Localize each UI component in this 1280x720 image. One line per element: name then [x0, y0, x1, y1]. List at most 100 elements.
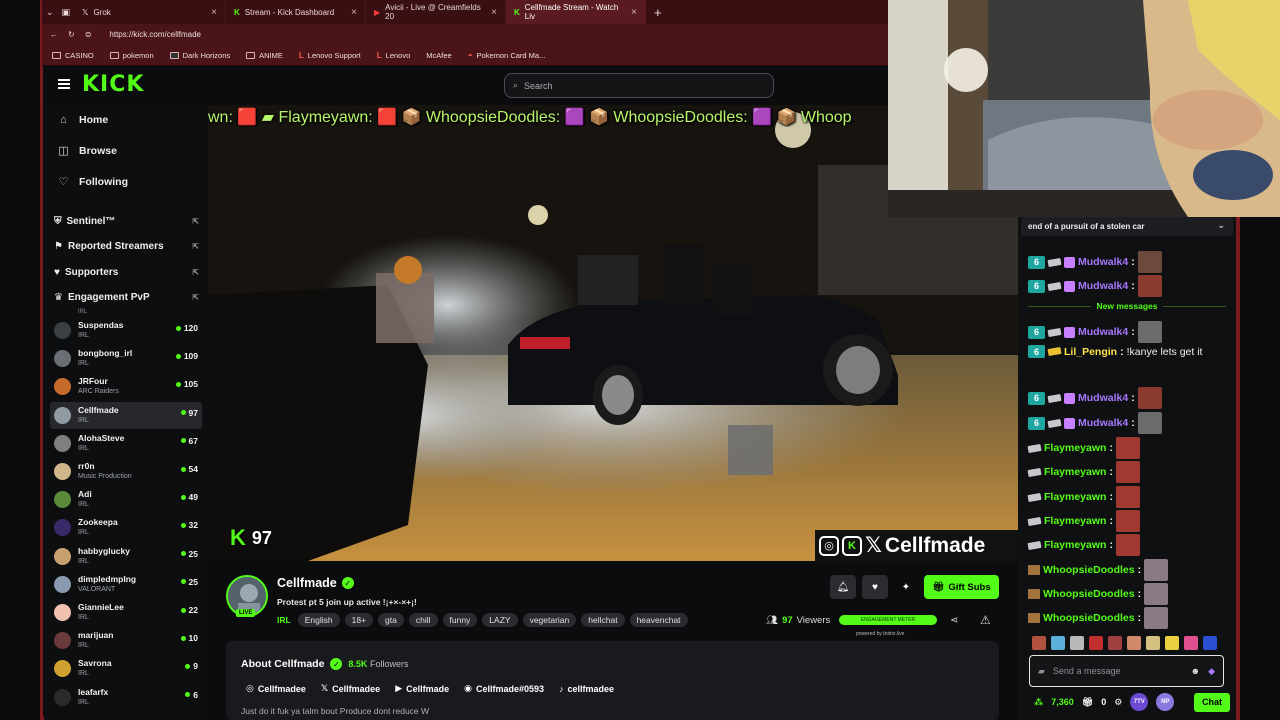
sidebar-streamer[interactable]: Cellfmade IRL 97 — [50, 401, 202, 429]
chat-username[interactable]: WhoopsieDoodles — [1043, 564, 1135, 576]
chat-username[interactable]: Mudwalk4 — [1078, 280, 1128, 292]
emote-icon[interactable] — [1127, 636, 1141, 650]
bookmark-mcafee[interactable]: McAfee — [426, 51, 451, 60]
close-tab-icon[interactable]: × — [631, 7, 637, 18]
chat-username[interactable]: Flaymeyawn — [1044, 539, 1106, 551]
notification-bell-button[interactable]: 🔔︎ — [830, 575, 856, 599]
report-icon[interactable]: ⚠ — [980, 613, 991, 627]
tag-chip[interactable]: 18+ — [344, 613, 374, 627]
link-youtube[interactable]: ▶ Cellfmade — [395, 683, 449, 694]
chat-username[interactable]: Flaymeyawn — [1044, 466, 1106, 478]
sidebar-section-sentinel[interactable]: ⛨ Sentinel™ ⇱ — [54, 216, 199, 227]
close-tab-icon[interactable]: × — [351, 7, 357, 18]
close-tab-icon[interactable]: × — [211, 7, 217, 18]
chat-message[interactable]: Flaymeyawn: — [1027, 486, 1140, 508]
tab-group-icon[interactable]: ▣ — [62, 7, 71, 18]
chat-message[interactable]: 6 Lil_Pengin: !kanye lets get it — [1028, 345, 1223, 358]
external-link-icon[interactable]: ⇱ — [192, 293, 199, 302]
gift-subs-button[interactable]: 🎁︎ Gift Subs — [924, 575, 999, 599]
reload-icon[interactable]: ↻ — [68, 30, 75, 39]
sparkle-button[interactable]: ✦ — [893, 575, 919, 599]
sidebar-section-engagement[interactable]: ♛ Engagement PvP ⇱ — [54, 292, 199, 303]
tab-avicii[interactable]: ▶ Avicii - Live @ Creamfields 20 × — [366, 0, 506, 24]
tab-controls[interactable]: ⌄ ▣ — [42, 7, 74, 18]
sidebar-streamer[interactable]: leafarfx IRL 6 — [50, 684, 202, 711]
bookmark-lenovo[interactable]: L Lenovo — [377, 51, 411, 60]
chat-message[interactable]: 6 Mudwalk4: — [1028, 321, 1162, 343]
bookmark-pokemon-card[interactable]: ◓ Pokemon Card Ma... — [468, 51, 546, 60]
link-instagram[interactable]: ◎ Cellfmadee — [246, 683, 306, 694]
chat-message[interactable]: Flaymeyawn: — [1027, 534, 1140, 556]
category-link[interactable]: IRL — [277, 615, 291, 625]
emote-icon[interactable] — [1165, 636, 1179, 650]
chat-username[interactable]: Lil_Pengin — [1064, 346, 1117, 358]
chat-username[interactable]: Mudwalk4 — [1078, 417, 1128, 429]
tag-chip[interactable]: gta — [378, 613, 404, 627]
chat-message[interactable]: 6 Mudwalk4: — [1028, 275, 1162, 297]
tag-chip[interactable]: English — [297, 613, 340, 627]
close-tab-icon[interactable]: × — [491, 7, 497, 18]
chat-username[interactable]: Flaymeyawn — [1044, 491, 1106, 503]
link-x[interactable]: 𝕏 Cellfmadee — [321, 683, 380, 694]
share-icon[interactable]: ⋖ — [950, 615, 958, 626]
sidebar-streamer[interactable]: Suspendas IRL 120 — [50, 317, 202, 344]
chat-message[interactable]: WhoopsieDoodles: — [1028, 583, 1169, 605]
tag-chip[interactable]: funny — [442, 613, 478, 627]
sidebar-streamer[interactable]: Adi IRL 49 — [50, 486, 202, 513]
sidebar-streamer[interactable]: GiannieLee IRL 22 — [50, 599, 202, 626]
link-tiktok[interactable]: ♪ cellfmadee — [559, 683, 614, 694]
tab-cellfmade[interactable]: K Cellfmade Stream - Watch Liv × — [506, 0, 646, 24]
tag-chip[interactable]: LAZY — [482, 613, 518, 627]
chat-message[interactable]: 6 Mudwalk4: — [1028, 251, 1162, 273]
tag-chip[interactable]: hellchat — [581, 613, 625, 627]
emote-icon[interactable] — [1108, 636, 1122, 650]
bookmark-dark-horizons[interactable]: Dark Horizons — [169, 51, 230, 60]
hamburger-menu-icon[interactable] — [58, 79, 70, 89]
tag-chip[interactable]: heavenchat — [629, 613, 688, 627]
url-field[interactable]: https://kick.com/cellfmade — [109, 30, 201, 39]
sidebar-streamer[interactable]: dimpledmpIng VALORANT 25 — [50, 571, 202, 598]
channel-name[interactable]: Cellfmade ✓ — [277, 576, 354, 590]
tag-chip[interactable]: vegetarian — [522, 613, 577, 627]
chat-message[interactable]: Flaymeyawn: — [1027, 510, 1140, 532]
nipah-icon[interactable]: NP — [1156, 693, 1175, 711]
external-link-icon[interactable]: ⇱ — [192, 217, 199, 226]
emote-icon[interactable] — [1146, 636, 1160, 650]
bookmark-lenovo-support[interactable]: L Lenovo Support — [299, 51, 361, 60]
emote-icon[interactable] — [1203, 636, 1217, 650]
emote-icon[interactable] — [1089, 636, 1103, 650]
chat-username[interactable]: Mudwalk4 — [1078, 392, 1128, 404]
sidebar-item-following[interactable]: ♡ Following — [58, 176, 128, 188]
chat-username[interactable]: Mudwalk4 — [1078, 326, 1128, 338]
tag-chip[interactable]: chill — [408, 613, 438, 627]
emote-icon[interactable] — [1051, 636, 1065, 650]
sidebar-streamer[interactable]: bongbong_irl IRL 109 — [50, 345, 202, 372]
emote-icon[interactable] — [1032, 636, 1046, 650]
new-tab-button[interactable]: + — [646, 5, 670, 20]
sidebar-item-browse[interactable]: ◫ Browse — [58, 145, 117, 157]
chevron-down-icon[interactable]: ⌄ — [46, 7, 54, 18]
follow-button[interactable]: ♥ — [862, 575, 888, 599]
chat-send-button[interactable]: Chat — [1194, 692, 1230, 712]
site-info-icon[interactable]: ⊜ — [85, 30, 92, 39]
external-link-icon[interactable]: ⇱ — [192, 242, 199, 251]
settings-gear-icon[interactable]: ⚙ — [1114, 697, 1122, 708]
back-icon[interactable]: ← — [50, 30, 58, 39]
kick-emote-icon[interactable]: ◆ — [1208, 666, 1215, 677]
chat-input[interactable]: ▰ Send a message ☻ ◆ — [1029, 655, 1224, 687]
chat-message[interactable]: 6 Mudwalk4: — [1028, 412, 1162, 434]
emote-icon[interactable] — [1184, 636, 1198, 650]
link-discord[interactable]: ◉ Cellfmade#0593 — [464, 683, 544, 694]
chat-message[interactable]: 6 Mudwalk4: — [1028, 387, 1162, 409]
7tv-icon[interactable]: 7TV — [1130, 693, 1149, 711]
external-link-icon[interactable]: ⇱ — [192, 268, 199, 277]
sidebar-streamer[interactable]: marijuan IRL 10 — [50, 627, 202, 654]
chat-message[interactable]: Flaymeyawn: — [1027, 461, 1140, 483]
emote-icon[interactable] — [1070, 636, 1084, 650]
pinned-message[interactable]: end of a pursuit of a stolen car ⌄ — [1021, 217, 1233, 236]
chat-username[interactable]: Flaymeyawn — [1044, 515, 1106, 527]
chat-message[interactable]: Flaymeyawn: — [1027, 437, 1140, 459]
search-input[interactable]: ⌕ Search — [504, 73, 774, 98]
bookmark-anime[interactable]: ANIME — [246, 51, 283, 60]
chat-username[interactable]: Flaymeyawn — [1044, 442, 1106, 454]
